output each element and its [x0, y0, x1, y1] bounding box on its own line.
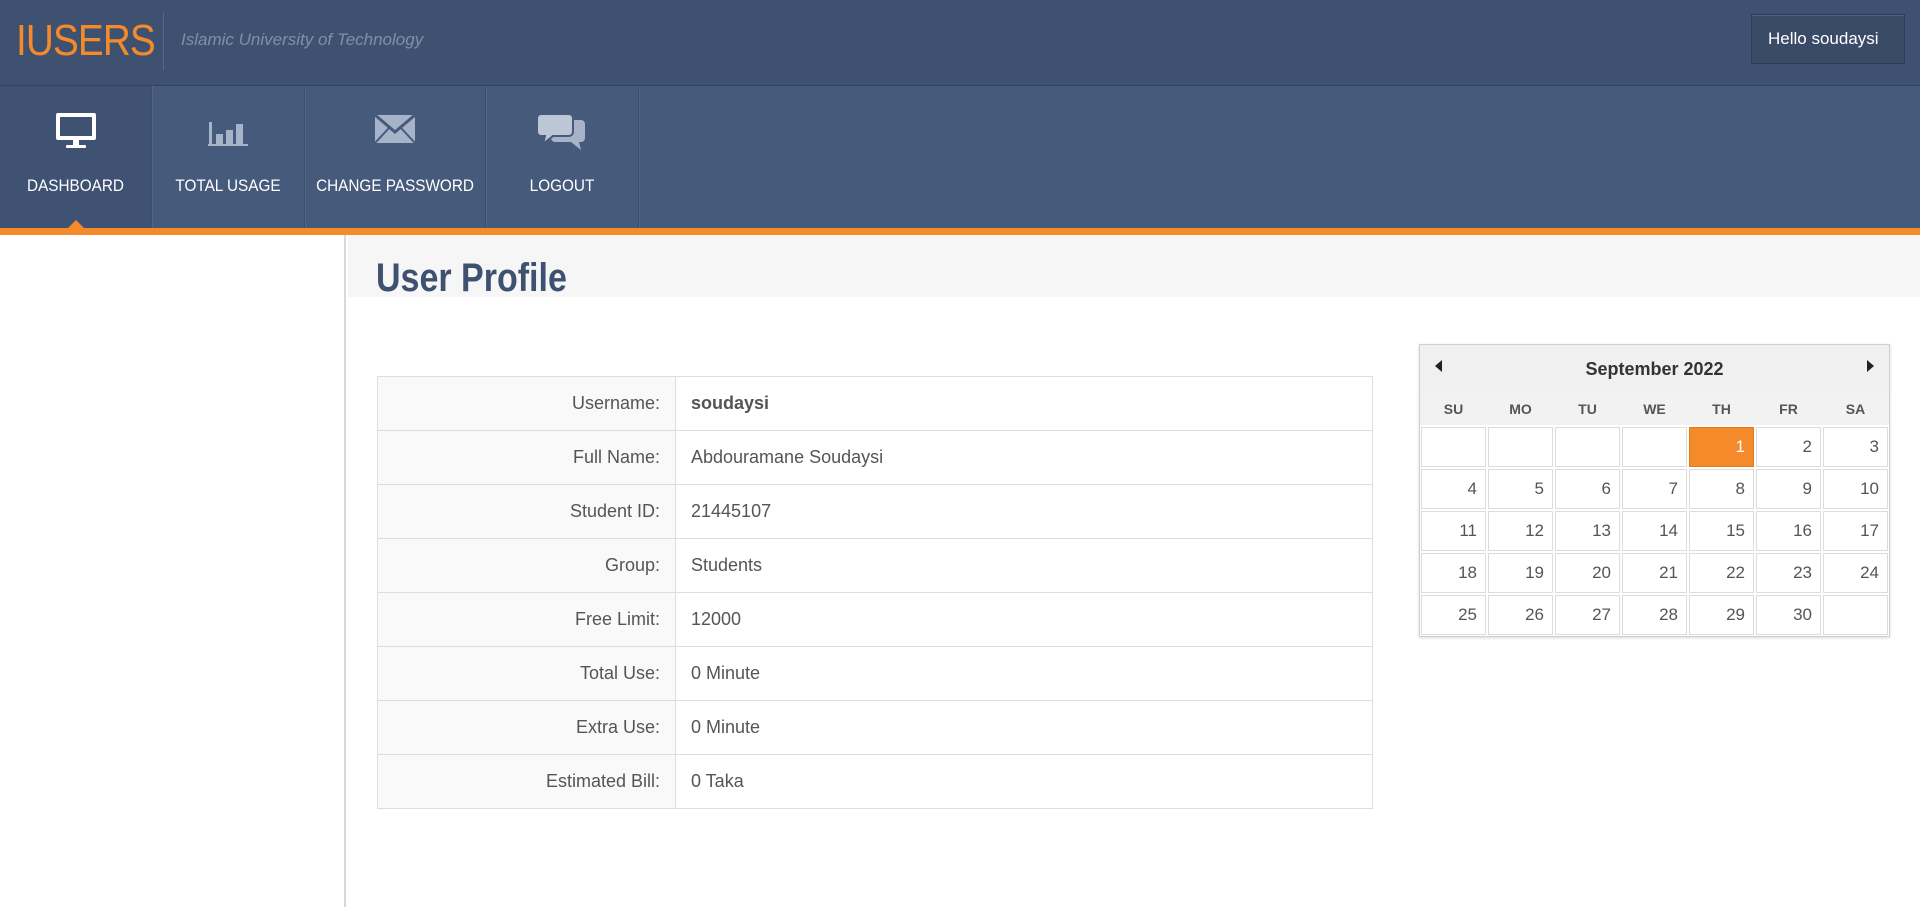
weekday-header: MO [1487, 393, 1554, 425]
nav-item-logout[interactable]: LOGOUT [486, 86, 639, 228]
estimated-bill-label: Estimated Bill: [377, 754, 676, 809]
nav-label: DASHBOARD [27, 176, 124, 195]
calendar-day[interactable]: 16 [1756, 511, 1821, 551]
calendar-empty-cell [1622, 427, 1687, 467]
calendar-day[interactable]: 2 [1756, 427, 1821, 467]
group-label: Group: [377, 538, 676, 593]
profile-table: Username: soudaysi Full Name: Abdouraman… [377, 376, 1373, 809]
nav-item-change-password[interactable]: CHANGE PASSWORD [305, 86, 486, 228]
calendar-month-title: September 2022 [1585, 359, 1724, 379]
student-id-label: Student ID: [377, 484, 676, 539]
calendar-day[interactable]: 9 [1756, 469, 1821, 509]
nav-label: TOTAL USAGE [175, 176, 281, 195]
calendar-day[interactable]: 4 [1421, 469, 1486, 509]
top-header: IUSERS Islamic University of Technology … [0, 0, 1920, 86]
calendar-widget: September 2022 SU MO TU WE TH FR SA 1 2 3 4 5 6 7 8 9 10… [1419, 344, 1890, 637]
nav-label: LOGOUT [529, 176, 595, 195]
calendar-day[interactable]: 28 [1622, 595, 1687, 635]
total-use-value: 0 Minute [675, 646, 1373, 701]
calendar-day[interactable]: 12 [1488, 511, 1553, 551]
calendar-day[interactable]: 25 [1421, 595, 1486, 635]
table-row: Extra Use: 0 Minute [377, 700, 1373, 755]
free-limit-value: 12000 [675, 592, 1373, 647]
full-name-value: Abdouramane Soudaysi [675, 430, 1373, 485]
student-id-value: 21445107 [675, 484, 1373, 539]
calendar-empty-cell [1823, 595, 1888, 635]
next-month-arrow-icon[interactable] [1863, 357, 1877, 375]
calendar-empty-cell [1488, 427, 1553, 467]
logo-divider [163, 12, 164, 70]
weekday-header: TU [1554, 393, 1621, 425]
calendar-day[interactable]: 27 [1555, 595, 1620, 635]
monitor-icon [55, 112, 97, 155]
user-greeting[interactable]: Hello soudaysi [1751, 14, 1905, 64]
app-logo[interactable]: IUSERS [16, 16, 156, 66]
weekday-header: WE [1621, 393, 1688, 425]
sidebar [0, 235, 346, 907]
calendar-day[interactable]: 3 [1823, 427, 1888, 467]
calendar-empty-cell [1421, 427, 1486, 467]
calendar-day[interactable]: 6 [1555, 469, 1620, 509]
main-nav: DASHBOARD TOTAL USAGE CHANGE PASSWORD LO… [0, 86, 1920, 228]
calendar-day[interactable]: 29 [1689, 595, 1754, 635]
table-row: Full Name: Abdouramane Soudaysi [377, 430, 1373, 485]
calendar-day[interactable]: 26 [1488, 595, 1553, 635]
table-row: Estimated Bill: 0 Taka [377, 754, 1373, 809]
page-title-bar [348, 235, 1920, 297]
calendar-day[interactable]: 5 [1488, 469, 1553, 509]
calendar-empty-cell [1555, 427, 1620, 467]
weekday-header: TH [1688, 393, 1755, 425]
extra-use-value: 0 Minute [675, 700, 1373, 755]
calendar-day[interactable]: 17 [1823, 511, 1888, 551]
table-row: Free Limit: 12000 [377, 592, 1373, 647]
calendar-day[interactable]: 1 [1689, 427, 1754, 467]
calendar-day[interactable]: 22 [1689, 553, 1754, 593]
weekday-header: FR [1755, 393, 1822, 425]
free-limit-label: Free Limit: [377, 592, 676, 647]
nav-item-total-usage[interactable]: TOTAL USAGE [152, 86, 305, 228]
calendar-day[interactable]: 24 [1823, 553, 1888, 593]
active-caret [67, 220, 84, 228]
calendar-day[interactable]: 15 [1689, 511, 1754, 551]
full-name-label: Full Name: [377, 430, 676, 485]
username-label: Username: [377, 376, 676, 431]
weekday-header: SU [1420, 393, 1487, 425]
nav-accent-line [0, 228, 1920, 235]
bar-chart-icon [206, 112, 250, 153]
tagline: Islamic University of Technology [181, 30, 424, 49]
calendar-day[interactable]: 13 [1555, 511, 1620, 551]
group-value: Students [675, 538, 1373, 593]
calendar-day[interactable]: 20 [1555, 553, 1620, 593]
calendar-day[interactable]: 18 [1421, 553, 1486, 593]
envelope-icon [373, 112, 417, 151]
calendar-day[interactable]: 30 [1756, 595, 1821, 635]
extra-use-label: Extra Use: [377, 700, 676, 755]
table-row: Total Use: 0 Minute [377, 646, 1373, 701]
table-row: Group: Students [377, 538, 1373, 593]
username-value: soudaysi [675, 376, 1373, 431]
calendar-day[interactable]: 19 [1488, 553, 1553, 593]
weekday-header: SA [1822, 393, 1889, 425]
calendar-day[interactable]: 21 [1622, 553, 1687, 593]
estimated-bill-value: 0 Taka [675, 754, 1373, 809]
page-title: User Profile [376, 256, 567, 300]
calendar-day[interactable]: 7 [1622, 469, 1687, 509]
calendar-day[interactable]: 11 [1421, 511, 1486, 551]
table-row: Username: soudaysi [377, 376, 1373, 431]
total-use-label: Total Use: [377, 646, 676, 701]
table-row: Student ID: 21445107 [377, 484, 1373, 539]
calendar-day[interactable]: 8 [1689, 469, 1754, 509]
chat-bubbles-icon [536, 112, 587, 157]
calendar-day[interactable]: 23 [1756, 553, 1821, 593]
calendar-header: September 2022 [1420, 345, 1889, 393]
nav-item-dashboard[interactable]: DASHBOARD [0, 86, 152, 228]
calendar-day[interactable]: 14 [1622, 511, 1687, 551]
calendar-day[interactable]: 10 [1823, 469, 1888, 509]
nav-label: CHANGE PASSWORD [316, 176, 474, 195]
